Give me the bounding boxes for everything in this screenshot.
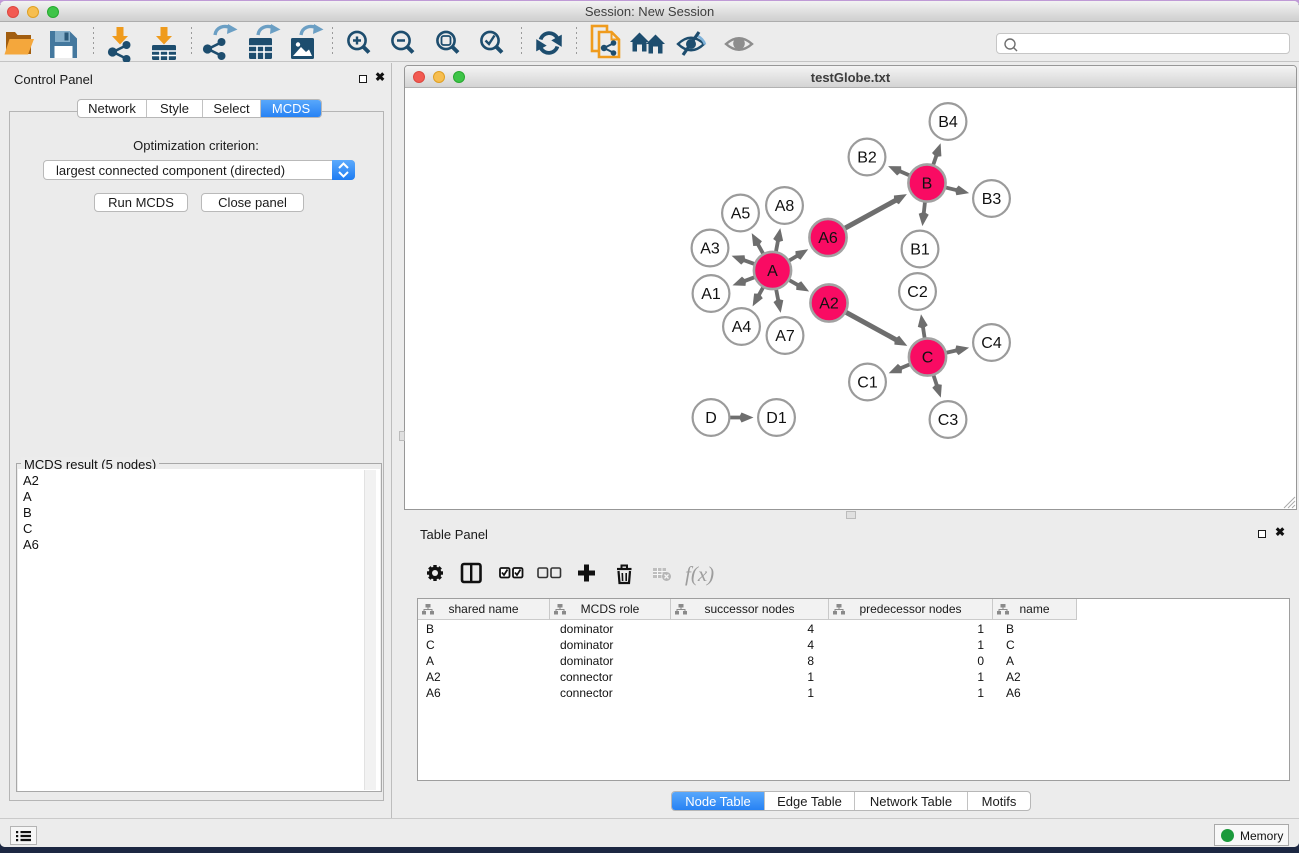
svg-text:A5: A5 (731, 206, 751, 223)
svg-text:A3: A3 (700, 241, 720, 258)
svg-text:A8: A8 (775, 198, 795, 215)
svg-text:C4: C4 (981, 335, 1002, 352)
svg-text:f(x): f(x) (685, 562, 714, 586)
svg-text:B1: B1 (910, 242, 930, 259)
svg-text:D: D (705, 410, 717, 427)
svg-text:A: A (767, 263, 778, 280)
svg-text:B4: B4 (938, 114, 958, 131)
svg-text:A4: A4 (732, 319, 752, 336)
svg-text:A6: A6 (818, 230, 838, 247)
svg-text:C1: C1 (857, 375, 878, 392)
svg-text:A1: A1 (701, 286, 721, 303)
svg-text:C3: C3 (938, 412, 959, 429)
svg-text:C: C (922, 350, 934, 367)
svg-text:A7: A7 (775, 328, 795, 345)
svg-text:B3: B3 (982, 191, 1002, 208)
svg-text:A2: A2 (819, 296, 839, 313)
svg-text:C2: C2 (907, 284, 928, 301)
svg-text:D1: D1 (766, 410, 787, 427)
svg-text:B: B (922, 176, 933, 193)
svg-text:B2: B2 (857, 150, 877, 167)
